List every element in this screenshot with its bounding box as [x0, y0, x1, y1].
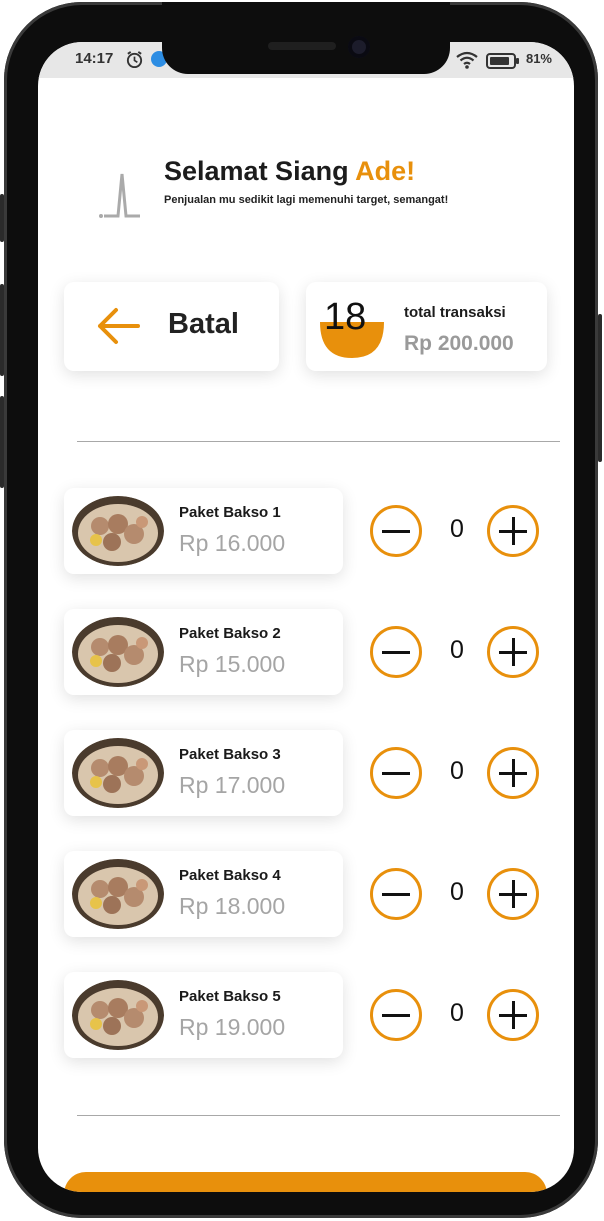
food-image: [72, 617, 164, 687]
logo-icon: [98, 166, 142, 226]
battery-icon: [486, 53, 520, 73]
greeting-subtitle: Penjualan mu sedikit lagi memenuhi targe…: [164, 194, 449, 206]
item-price: Rp 16.000: [179, 530, 286, 556]
food-image: [72, 496, 164, 566]
power-button: [598, 314, 602, 462]
menu-item-card: Paket Bakso 1 Rp 16.000: [64, 488, 343, 574]
minus-icon: [382, 772, 410, 775]
total-label: total transaksi: [404, 304, 506, 321]
item-name: Paket Bakso 2: [179, 625, 281, 642]
item-price: Rp 17.000: [179, 772, 286, 798]
menu-item-card: Paket Bakso 5 Rp 19.000: [64, 972, 343, 1058]
alarm-icon: [125, 50, 144, 73]
menu-item-card: Paket Bakso 2 Rp 15.000: [64, 609, 343, 695]
menu-item-card: Paket Bakso 3 Rp 17.000: [64, 730, 343, 816]
food-image: [72, 859, 164, 929]
silent-switch: [0, 194, 4, 242]
status-time: 14:17: [75, 50, 114, 67]
quantity-value: 0: [450, 757, 464, 785]
item-name: Paket Bakso 4: [179, 867, 281, 884]
increase-button[interactable]: [487, 626, 539, 678]
quantity-value: 0: [450, 515, 464, 543]
decrease-button[interactable]: [370, 626, 422, 678]
divider-bottom: [77, 1115, 560, 1116]
food-image: [72, 980, 164, 1050]
cancel-button[interactable]: Batal: [64, 282, 279, 371]
minus-icon: [382, 893, 410, 896]
item-name: Paket Bakso 5: [179, 988, 281, 1005]
submit-button[interactable]: [64, 1172, 547, 1192]
plus-icon-vertical: [512, 1001, 515, 1029]
minus-icon: [382, 1014, 410, 1017]
decrease-button[interactable]: [370, 747, 422, 799]
minus-icon: [382, 651, 410, 654]
phone-frame: 14:17 81% Selamat Siang Ade! Penjualan m…: [0, 2, 602, 1218]
item-name: Paket Bakso 1: [179, 504, 281, 521]
plus-icon-vertical: [512, 517, 515, 545]
decrease-button[interactable]: [370, 989, 422, 1041]
item-price: Rp 19.000: [179, 1014, 286, 1040]
cancel-label: Batal: [168, 308, 239, 340]
arrow-left-icon: [94, 306, 140, 350]
volume-up-button: [0, 284, 4, 376]
speaker: [268, 42, 336, 50]
divider-top: [77, 441, 560, 442]
food-image: [72, 738, 164, 808]
greeting-text: Selamat Siang: [164, 156, 356, 186]
notch: [162, 2, 450, 74]
item-price: Rp 18.000: [179, 893, 286, 919]
plus-icon-vertical: [512, 759, 515, 787]
increase-button[interactable]: [487, 989, 539, 1041]
quantity-value: 0: [450, 636, 464, 664]
item-price: Rp 15.000: [179, 651, 286, 677]
app-screen: 14:17 81% Selamat Siang Ade! Penjualan m…: [38, 42, 574, 1192]
transaction-count: 18: [324, 296, 367, 338]
plus-icon-vertical: [512, 880, 515, 908]
increase-button[interactable]: [487, 505, 539, 557]
minus-icon: [382, 530, 410, 533]
volume-down-button: [0, 396, 4, 488]
total-amount: Rp 200.000: [404, 332, 514, 355]
increase-button[interactable]: [487, 747, 539, 799]
decrease-button[interactable]: [370, 868, 422, 920]
camera: [348, 36, 370, 58]
quantity-value: 0: [450, 999, 464, 1027]
increase-button[interactable]: [487, 868, 539, 920]
menu-item-card: Paket Bakso 4 Rp 18.000: [64, 851, 343, 937]
wifi-icon: [456, 51, 478, 73]
battery-level: 81%: [525, 51, 552, 66]
decrease-button[interactable]: [370, 505, 422, 557]
item-name: Paket Bakso 3: [179, 746, 281, 763]
quantity-value: 0: [450, 878, 464, 906]
plus-icon-vertical: [512, 638, 515, 666]
user-name: Ade!: [355, 156, 416, 186]
transaction-summary: 18 total transaksi Rp 200.000: [306, 282, 547, 371]
greeting-title: Selamat Siang Ade!: [164, 156, 415, 187]
